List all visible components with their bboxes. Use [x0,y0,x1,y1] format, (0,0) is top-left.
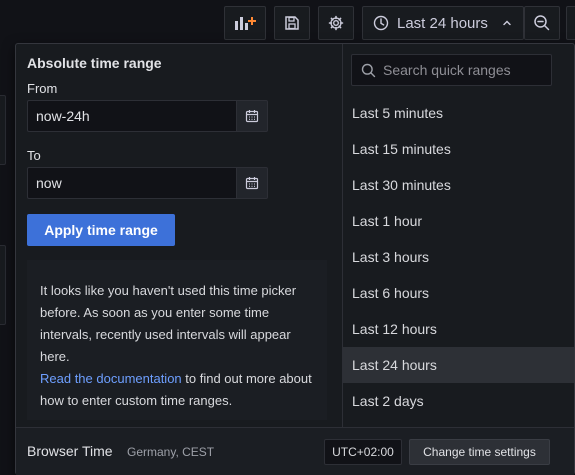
quick-range-item[interactable]: Last 6 hours [343,275,574,311]
dashboard-toolbar: Last 24 hours [0,6,575,40]
absolute-range-title: Absolute time range [27,55,162,71]
from-field: now-24h [27,100,268,132]
quick-range-item[interactable]: Last 15 minutes [343,131,574,167]
browser-time-label: Browser Time [27,443,113,459]
time-picker-popover: Absolute time range From now-24h To now [15,43,575,475]
from-input[interactable]: now-24h [27,100,236,132]
background-panel [0,95,6,165]
quick-range-item[interactable]: Last 2 days [343,383,574,419]
save-dashboard-button[interactable] [274,6,310,40]
time-range-label: Last 24 hours [397,14,488,32]
from-label: From [27,81,58,96]
background-panel [0,245,6,325]
add-panel-icon [235,17,256,30]
zoom-out-button[interactable] [524,6,560,40]
quick-range-item-selected[interactable]: Last 24 hours [343,347,574,383]
quick-range-item[interactable]: Last 12 hours [343,311,574,347]
to-input[interactable]: now [27,167,236,199]
quick-range-item[interactable]: Last 5 minutes [343,95,574,131]
add-panel-button[interactable] [224,6,266,40]
quick-range-item[interactable]: Last 1 hour [343,203,574,239]
zoom-out-icon [534,15,550,31]
search-placeholder: Search quick ranges [383,62,511,78]
refresh-button[interactable] [566,6,575,40]
absolute-range-section: Absolute time range From now-24h To now [16,44,342,427]
clock-icon [373,15,389,31]
dashboard-settings-button[interactable] [318,6,354,40]
from-calendar-button[interactable] [236,100,268,132]
info-text: It looks like you haven't used this time… [40,283,297,364]
quick-ranges-section: Search quick ranges Last 5 minutes Last … [343,44,574,427]
search-icon [361,63,376,77]
save-icon [285,16,299,30]
apply-time-range-button[interactable]: Apply time range [27,214,175,246]
change-time-settings-button[interactable]: Change time settings [409,439,550,465]
recent-ranges-info: It looks like you haven't used this time… [27,260,327,420]
chevron-up-icon [503,20,511,26]
calendar-icon [245,110,259,123]
calendar-icon [245,177,259,190]
time-settings-footer: Browser Time Germany, CEST UTC+02:00 Cha… [16,427,574,475]
to-calendar-button[interactable] [236,167,268,199]
time-range-picker-button[interactable]: Last 24 hours [362,6,524,40]
documentation-link[interactable]: Read the documentation [40,371,182,386]
to-field: now [27,167,268,199]
timezone-location: Germany, CEST [127,445,215,459]
quick-range-item[interactable]: Last 3 hours [343,239,574,275]
search-quick-ranges-input[interactable]: Search quick ranges [351,54,552,86]
gear-icon [328,15,344,31]
to-label: To [27,148,41,163]
utc-offset-badge: UTC+02:00 [324,439,402,465]
quick-range-item[interactable]: Last 30 minutes [343,167,574,203]
quick-ranges-list: Last 5 minutes Last 15 minutes Last 30 m… [343,95,574,419]
